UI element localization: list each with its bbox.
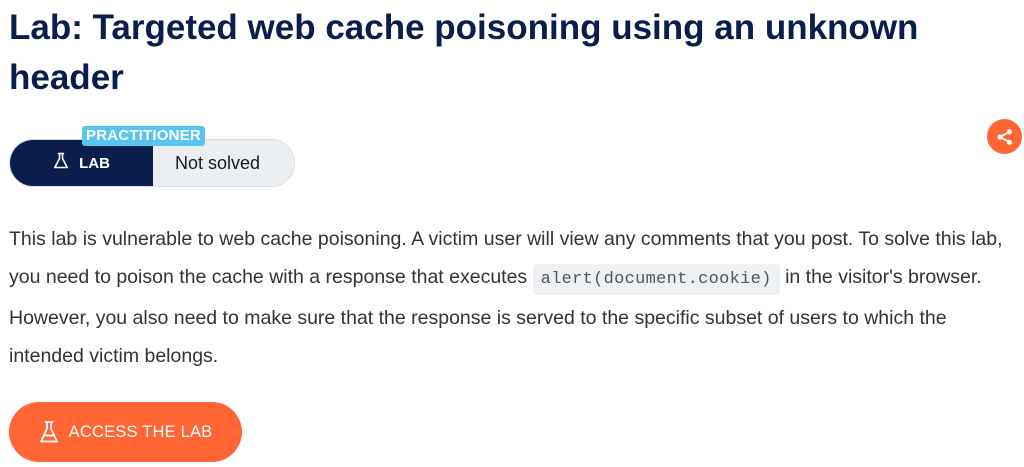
lab-level-badge: PRACTITIONER LAB Not solved — [9, 126, 299, 188]
code-snippet: alert(document.cookie) — [532, 264, 780, 295]
lab-badge-label: LAB — [79, 154, 110, 172]
lab-status-badge: LAB Not solved — [9, 139, 295, 187]
share-icon — [996, 128, 1014, 146]
access-lab-button[interactable]: ACCESS THE LAB — [9, 402, 242, 462]
flask-icon — [39, 420, 59, 444]
lab-description: This lab is vulnerable to web cache pois… — [9, 220, 1014, 375]
share-button[interactable] — [987, 119, 1022, 154]
access-lab-label: ACCESS THE LAB — [68, 422, 213, 441]
status-label: Not solved — [153, 140, 294, 186]
page-title: Lab: Targeted web cache poisoning using … — [9, 8, 919, 97]
lab-badge-section: LAB — [10, 140, 153, 186]
level-tag: PRACTITIONER — [82, 126, 205, 146]
flask-icon — [53, 152, 69, 174]
